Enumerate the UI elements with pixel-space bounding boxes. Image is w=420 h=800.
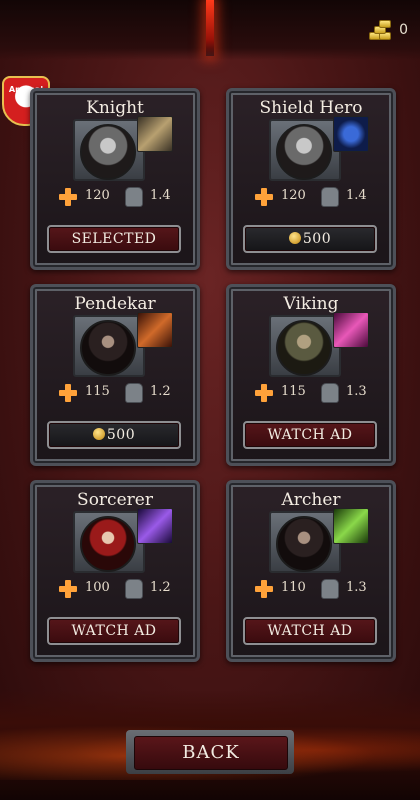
character-card-shield-hero[interactable]: Shield Hero 120 1.4 500: [226, 88, 396, 270]
stat-attack: 1.3: [346, 384, 367, 399]
stat-attack: 1.4: [150, 188, 171, 203]
watch-ad-button[interactable]: WATCH AD: [243, 617, 377, 645]
stat-health: 120: [85, 188, 110, 203]
health-cross-icon: [59, 384, 77, 402]
price-value: 500: [106, 427, 136, 443]
portrait-frame: [73, 119, 145, 181]
fist-icon: [321, 579, 339, 599]
stats-row: 100 1.2: [33, 579, 197, 599]
stats-row: 115 1.2: [33, 383, 197, 403]
fist-icon: [125, 383, 143, 403]
shield-icon: [333, 116, 369, 152]
sorcerer-portrait-icon: [80, 516, 136, 572]
coin-icon: [288, 232, 301, 244]
bow-icon: [333, 508, 369, 544]
character-card-sorcerer[interactable]: Sorcerer 100 1.2 WATCH AD: [30, 480, 200, 662]
stats-row: 120 1.4: [229, 187, 393, 207]
stat-attack: 1.3: [346, 580, 367, 595]
character-card-pendekar[interactable]: Pendekar 115 1.2 500: [30, 284, 200, 466]
character-name: Pendekar: [74, 294, 156, 314]
stat-health: 100: [85, 580, 110, 595]
viking-portrait-icon: [276, 320, 332, 376]
gold-coins-icon: [369, 20, 392, 40]
fist-icon: [321, 383, 339, 403]
character-name: Shield Hero: [259, 98, 363, 118]
watch-ad-button[interactable]: WATCH AD: [47, 617, 181, 645]
stat-health: 120: [281, 188, 306, 203]
watch-ad-button[interactable]: WATCH AD: [243, 421, 377, 449]
portrait-frame: [269, 511, 341, 573]
character-card-knight[interactable]: Knight 120 1.4 SELECTED: [30, 88, 200, 270]
fist-icon: [125, 579, 143, 599]
pendekar-portrait-icon: [80, 320, 136, 376]
character-card-viking[interactable]: Viking 115 1.3 WATCH AD: [226, 284, 396, 466]
portrait-frame: [73, 315, 145, 377]
blade-icon: [137, 312, 173, 348]
fist-icon: [125, 187, 143, 207]
health-cross-icon: [255, 188, 273, 206]
stat-attack: 1.2: [150, 384, 171, 399]
stats-row: 110 1.3: [229, 579, 393, 599]
sword-icon: [137, 116, 173, 152]
character-name: Archer: [281, 490, 341, 510]
staff-icon: [137, 508, 173, 544]
stat-health: 115: [85, 384, 110, 399]
stat-health: 110: [281, 580, 306, 595]
stat-attack: 1.2: [150, 580, 171, 595]
portrait-frame: [269, 119, 341, 181]
health-cross-icon: [255, 580, 273, 598]
top-glow-decoration: [206, 0, 214, 56]
selected-button[interactable]: SELECTED: [47, 225, 181, 253]
character-name: Knight: [86, 98, 144, 118]
portrait-frame: [269, 315, 341, 377]
back-button-frame: BACK: [126, 730, 294, 774]
character-name: Viking: [283, 294, 339, 314]
portrait-frame: [73, 511, 145, 573]
buy-button[interactable]: 500: [47, 421, 181, 449]
currency-display: 0: [369, 20, 408, 40]
buy-button[interactable]: 500: [243, 225, 377, 253]
back-button[interactable]: BACK: [134, 736, 288, 770]
coin-icon: [92, 428, 105, 440]
knight-portrait-icon: [80, 124, 136, 180]
fist-icon: [321, 187, 339, 207]
stat-attack: 1.4: [346, 188, 367, 203]
health-cross-icon: [59, 188, 77, 206]
stat-health: 115: [281, 384, 306, 399]
health-cross-icon: [255, 384, 273, 402]
shield-hero-portrait-icon: [276, 124, 332, 180]
stats-row: 120 1.4: [33, 187, 197, 207]
price-value: 500: [302, 231, 332, 247]
character-card-archer[interactable]: Archer 110 1.3 WATCH AD: [226, 480, 396, 662]
magic-axe-icon: [333, 312, 369, 348]
stats-row: 115 1.3: [229, 383, 393, 403]
health-cross-icon: [59, 580, 77, 598]
archer-portrait-icon: [276, 516, 332, 572]
character-name: Sorcerer: [77, 490, 153, 510]
currency-value: 0: [399, 22, 408, 38]
